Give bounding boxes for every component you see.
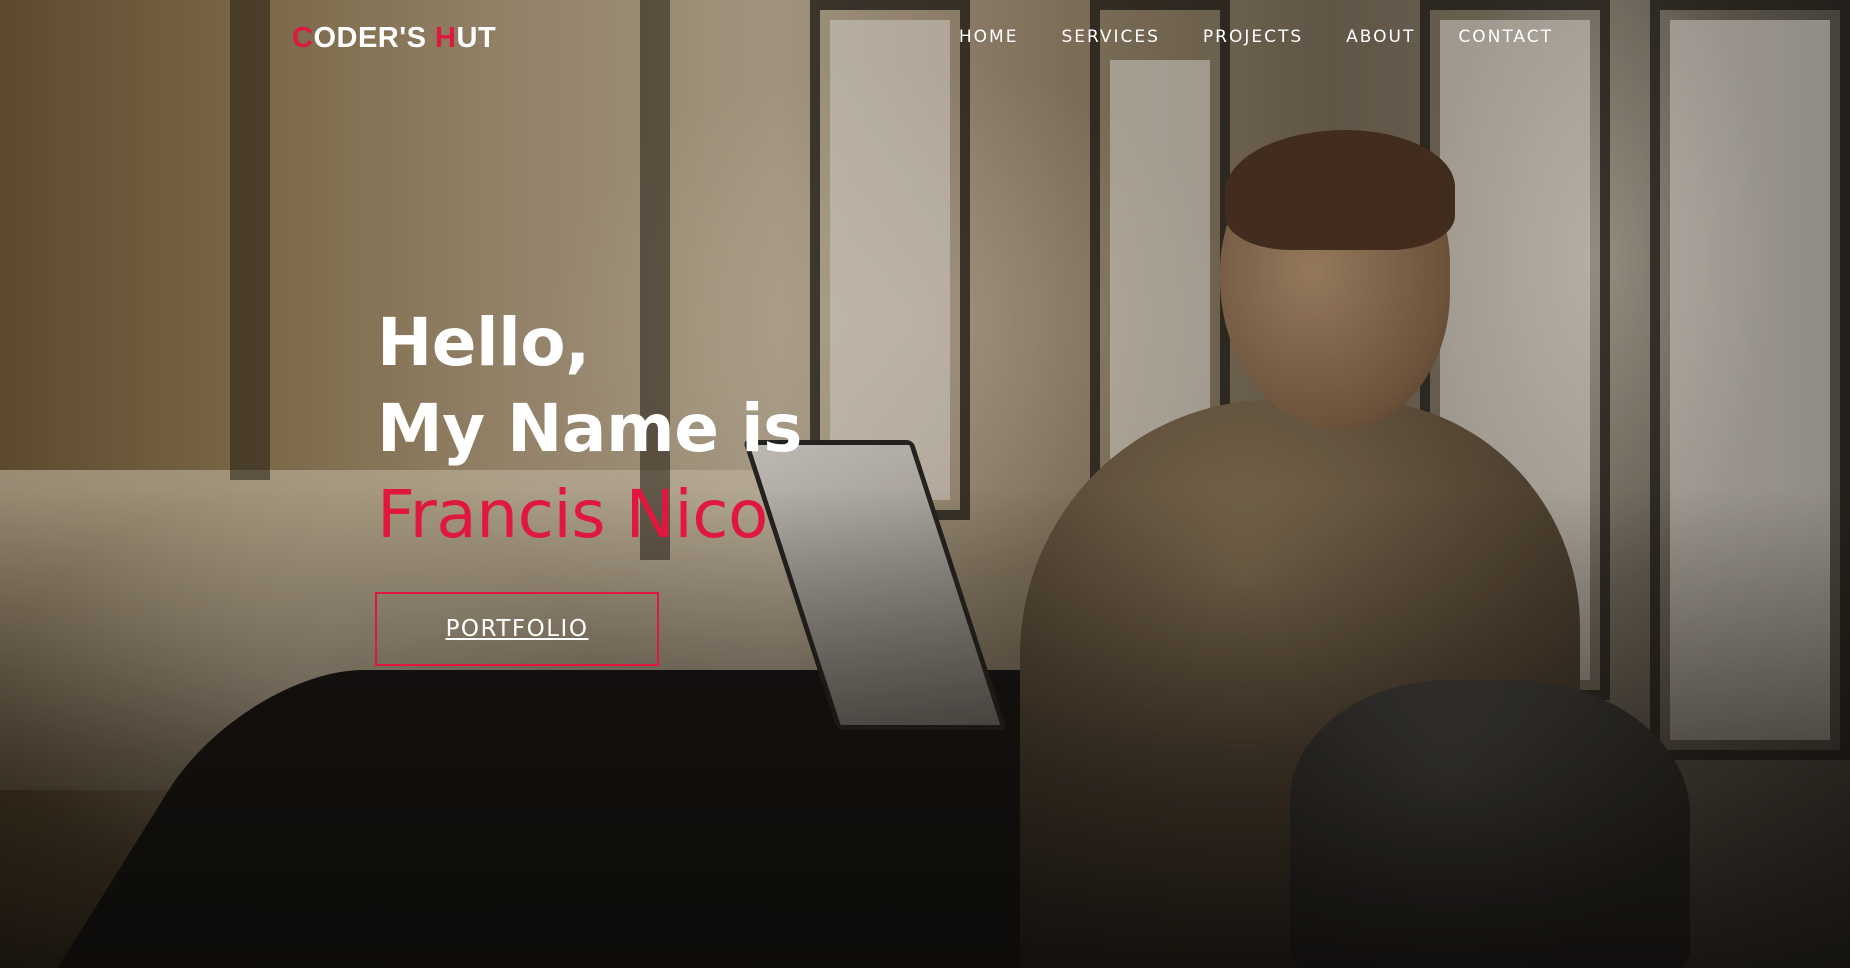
- hero-greeting: Hello,: [377, 304, 590, 381]
- nav-item: ABOUT: [1346, 27, 1415, 47]
- logo-text-oders: ODER'S: [313, 22, 436, 54]
- nav-link-home[interactable]: HOME: [959, 27, 1019, 47]
- nav-item: HOME: [959, 27, 1019, 47]
- site-logo[interactable]: CODER'S HUT: [292, 22, 496, 55]
- hero-intro: Hello, My Name is Francis Nico: [377, 300, 802, 558]
- background-overlay: [0, 0, 1850, 968]
- logo-text-ut: UT: [456, 22, 497, 54]
- hero-section: CODER'S HUT HOME SERVICES PROJECTS ABOUT…: [0, 0, 1850, 968]
- hero-name: Francis Nico: [377, 476, 768, 553]
- nav-link-about[interactable]: ABOUT: [1346, 27, 1415, 47]
- navbar: CODER'S HUT HOME SERVICES PROJECTS ABOUT…: [0, 0, 1850, 78]
- main-nav: HOME SERVICES PROJECTS ABOUT CONTACT: [959, 27, 1553, 47]
- logo-letter-c: C: [292, 22, 314, 54]
- nav-link-contact[interactable]: CONTACT: [1458, 27, 1553, 47]
- nav-item: SERVICES: [1061, 27, 1159, 47]
- nav-link-services[interactable]: SERVICES: [1061, 27, 1159, 47]
- hero-intro-line: My Name is: [377, 390, 802, 467]
- nav-item: PROJECTS: [1203, 27, 1303, 47]
- nav-item: CONTACT: [1458, 27, 1553, 47]
- portfolio-button[interactable]: PORTFOLIO: [375, 592, 659, 666]
- nav-link-projects[interactable]: PROJECTS: [1203, 27, 1303, 47]
- logo-letter-h: H: [435, 22, 457, 54]
